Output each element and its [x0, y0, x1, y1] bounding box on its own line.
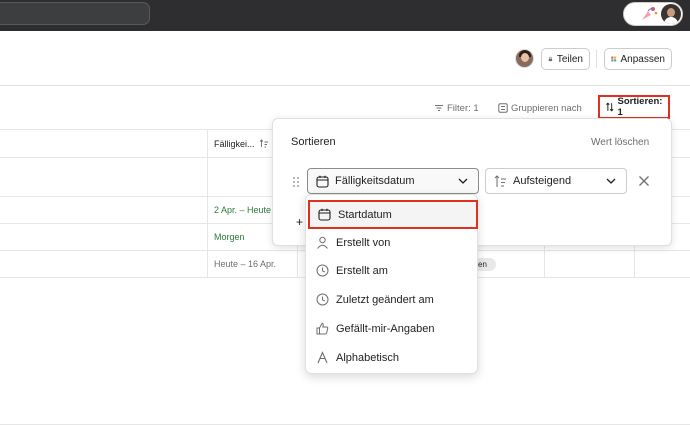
dropdown-item-label: Zuletzt geändert am: [336, 293, 434, 306]
dropdown-item-label: Startdatum: [338, 208, 392, 221]
celebration-sticker-icon: [642, 7, 658, 20]
due-date-cell[interactable]: Heute – 16 Apr.: [214, 259, 276, 269]
drag-handle-icon[interactable]: [292, 176, 300, 188]
sort-ascending-icon: [259, 139, 269, 148]
chevron-down-icon: [458, 178, 468, 184]
lock-icon: [548, 56, 553, 62]
top-bar: [0, 0, 690, 31]
divider: [596, 50, 597, 68]
filter-label: Filter: 1: [447, 102, 479, 114]
dropdown-item-modified-at[interactable]: Zuletzt geändert am: [306, 286, 477, 313]
dropdown-item-alphabetical[interactable]: Alphabetisch: [306, 344, 477, 371]
filter-button[interactable]: Filter: 1: [434, 101, 479, 115]
customize-button[interactable]: Anpassen: [604, 48, 672, 70]
column-divider: [634, 245, 635, 277]
dropdown-item-start-date[interactable]: Startdatum: [308, 200, 478, 229]
dropdown-item-label: Gefällt-mir-Angaben: [336, 322, 435, 335]
search-input[interactable]: [0, 2, 150, 25]
group-by-label: Gruppieren nach: [511, 102, 582, 114]
clock-icon: [316, 264, 329, 277]
person-icon: [317, 236, 328, 249]
due-date-cell[interactable]: 2 Apr. – Heute: [214, 205, 271, 215]
dropdown-item-likes[interactable]: Gefällt-mir-Angaben: [306, 315, 477, 342]
dropdown-item-label: Alphabetisch: [336, 351, 399, 364]
customize-icon: [611, 56, 617, 62]
sort-order-value: Aufsteigend: [513, 175, 572, 187]
clock-icon: [316, 293, 329, 306]
share-button[interactable]: Teilen: [541, 48, 590, 70]
sort-field-select[interactable]: Fälligkeitsdatum: [307, 168, 479, 194]
column-divider: [207, 129, 208, 277]
profile-menu-button[interactable]: [623, 2, 683, 26]
member-avatar[interactable]: [515, 49, 534, 68]
sort-button[interactable]: Sortieren: 1: [598, 95, 670, 119]
chevron-down-icon: [606, 178, 616, 184]
table-border: [0, 424, 690, 425]
group-by-button[interactable]: Gruppieren nach: [498, 101, 582, 115]
due-date-column-header[interactable]: Fälligkei...: [214, 139, 269, 149]
calendar-icon: [318, 208, 331, 221]
clear-sort-button[interactable]: Wert löschen: [591, 137, 649, 148]
user-avatar: [661, 4, 681, 24]
sort-ascending-icon: [494, 174, 506, 187]
filter-icon: [435, 104, 443, 112]
sort-panel-title: Sortieren: [291, 136, 336, 148]
dropdown-item-created-by[interactable]: Erstellt von: [306, 229, 477, 256]
customize-label: Anpassen: [620, 53, 665, 65]
sort-field-value: Fälligkeitsdatum: [335, 175, 415, 187]
dropdown-item-created-at[interactable]: Erstellt am: [306, 257, 477, 284]
sort-field-dropdown: Startdatum Erstellt von Erstellt am Zule…: [305, 194, 478, 374]
dropdown-item-label: Erstellt am: [336, 264, 388, 277]
add-sort-button[interactable]: +: [296, 215, 303, 229]
header-divider: [0, 85, 690, 86]
sort-label: Sortieren: 1: [617, 96, 663, 118]
calendar-icon: [316, 175, 329, 188]
close-icon[interactable]: [638, 175, 650, 187]
alphabet-icon: [317, 351, 328, 364]
column-divider: [544, 245, 545, 277]
dropdown-item-label: Erstellt von: [336, 236, 391, 249]
share-label: Teilen: [556, 53, 583, 65]
sort-order-select[interactable]: Aufsteigend: [485, 168, 627, 194]
group-icon: [498, 103, 508, 113]
due-date-cell[interactable]: Morgen: [214, 232, 245, 242]
due-date-header-label: Fälligkei...: [214, 139, 255, 149]
sort-icon: [606, 102, 614, 112]
thumbs-up-icon: [316, 322, 329, 335]
